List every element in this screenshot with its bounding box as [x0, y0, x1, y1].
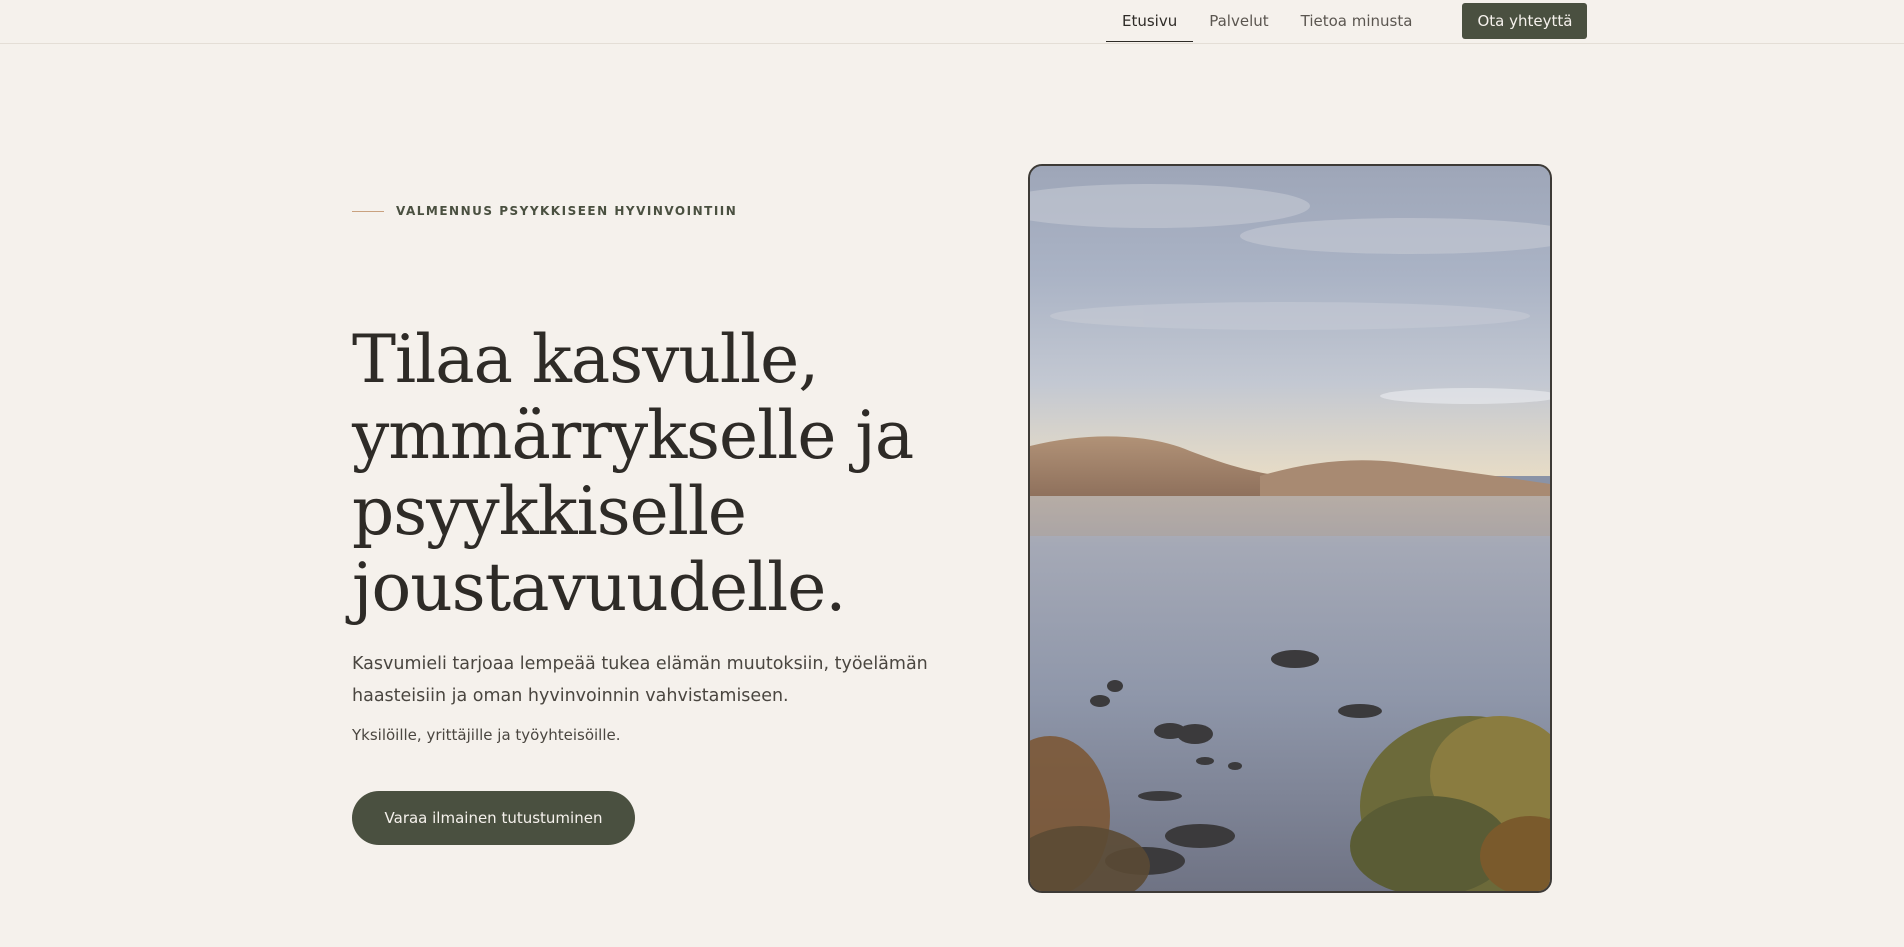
- main-nav: Etusivu Palvelut Tietoa minusta Ota yhte…: [1106, 0, 1588, 42]
- hero-eyebrow: VALMENNUS PSYYKKISEEN HYVINVOINTIIN: [352, 204, 737, 218]
- nav-link-palvelut[interactable]: Palvelut: [1193, 0, 1284, 42]
- headline-line-2: ymmärrykselle ja: [352, 397, 914, 474]
- hero-audience-text: Yksilöille, yrittäjille ja työyhteisöill…: [352, 726, 621, 744]
- top-navigation-bar: Etusivu Palvelut Tietoa minusta Ota yhte…: [0, 0, 1904, 44]
- nav-link-tietoa-minusta[interactable]: Tietoa minusta: [1285, 0, 1429, 42]
- contact-button[interactable]: Ota yhteyttä: [1462, 3, 1588, 39]
- headline-line-4: joustavuudelle.: [352, 549, 846, 626]
- eyebrow-divider-line: [352, 210, 384, 212]
- headline-line-3: psyykkiselle: [352, 473, 747, 550]
- hero-lead-text: Kasvumieli tarjoaa lempeää tukea elämän …: [352, 654, 928, 706]
- book-intro-button[interactable]: Varaa ilmainen tutustuminen: [352, 791, 635, 845]
- hero-landscape-image: [1028, 164, 1552, 893]
- headline-line-1: Tilaa kasvulle,: [352, 321, 819, 398]
- hero-headline: Tilaa kasvulle, ymmärrykselle ja psyykki…: [352, 322, 992, 626]
- eyebrow-text: VALMENNUS PSYYKKISEEN HYVINVOINTIIN: [396, 204, 738, 218]
- nav-link-etusivu[interactable]: Etusivu: [1106, 0, 1194, 42]
- hill-reflection: [1030, 496, 1550, 536]
- lake-landscape-illustration: [1030, 166, 1550, 891]
